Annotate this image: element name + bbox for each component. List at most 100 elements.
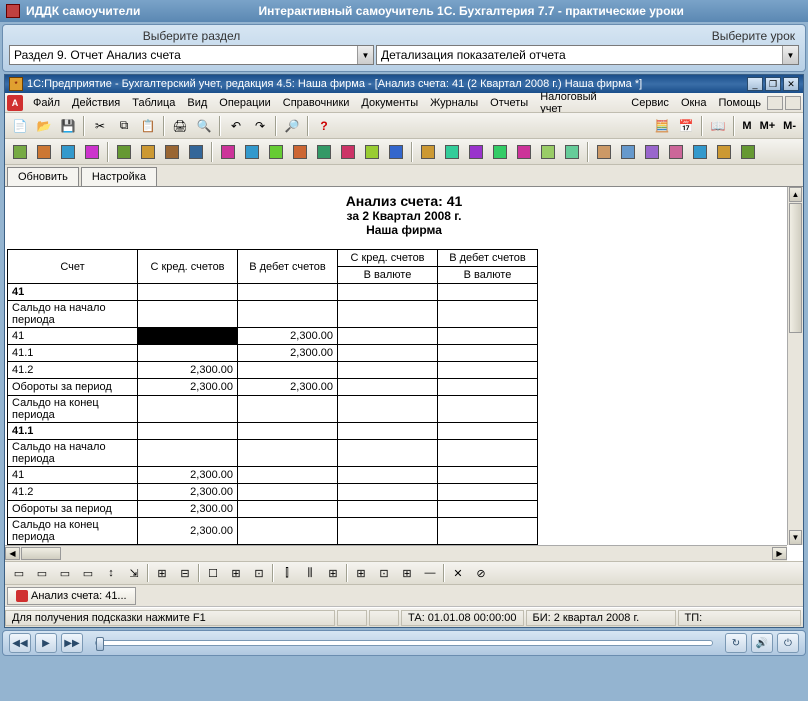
- acct-tool-27[interactable]: [689, 141, 711, 163]
- m-minus-button[interactable]: M-: [780, 120, 799, 132]
- undo-icon[interactable]: ↶: [225, 115, 247, 137]
- acct-tool-26[interactable]: [665, 141, 687, 163]
- table-row[interactable]: Сальдо на начало периода: [8, 440, 538, 467]
- redo-icon[interactable]: ↷: [249, 115, 271, 137]
- chevron-down-icon[interactable]: ▼: [782, 46, 798, 64]
- fmt-tool-24[interactable]: ⊘: [471, 563, 491, 583]
- table-row[interactable]: 41.22,300.00: [8, 484, 538, 501]
- mdi-min-button[interactable]: [767, 96, 783, 110]
- scroll-thumb[interactable]: [789, 203, 802, 333]
- sound-button[interactable]: 🔊: [751, 633, 773, 653]
- acct-tool-0[interactable]: [9, 141, 31, 163]
- tab-refresh[interactable]: Обновить: [7, 167, 79, 186]
- tab-settings[interactable]: Настройка: [81, 167, 157, 186]
- fmt-tool-2[interactable]: ▭: [55, 563, 75, 583]
- fmt-tool-8[interactable]: ⊟: [175, 563, 195, 583]
- fmt-tool-4[interactable]: ↕: [101, 563, 121, 583]
- table-row[interactable]: 412,300.00: [8, 467, 538, 484]
- minimize-button[interactable]: _: [747, 77, 763, 91]
- menu-journals[interactable]: Журналы: [424, 97, 484, 109]
- calc-icon[interactable]: 🧮: [651, 115, 673, 137]
- new-icon[interactable]: 📄: [9, 115, 31, 137]
- fmt-tool-14[interactable]: ⫿: [277, 563, 297, 583]
- repeat-button[interactable]: ↻: [725, 633, 747, 653]
- acct-tool-23[interactable]: [593, 141, 615, 163]
- table-row[interactable]: 41.1: [8, 423, 538, 440]
- book-icon[interactable]: 📖: [707, 115, 729, 137]
- acct-tool-19[interactable]: [489, 141, 511, 163]
- acct-tool-21[interactable]: [537, 141, 559, 163]
- restore-button[interactable]: ❐: [765, 77, 781, 91]
- find-icon[interactable]: 🔎: [281, 115, 303, 137]
- fmt-tool-7[interactable]: ⊞: [152, 563, 172, 583]
- paste-icon[interactable]: 📋: [137, 115, 159, 137]
- fmt-tool-1[interactable]: ▭: [32, 563, 52, 583]
- acct-tool-4[interactable]: [113, 141, 135, 163]
- acct-tool-11[interactable]: [289, 141, 311, 163]
- chevron-down-icon[interactable]: ▼: [357, 46, 373, 64]
- table-row[interactable]: 41.22,300.00: [8, 362, 538, 379]
- menu-directories[interactable]: Справочники: [277, 97, 356, 109]
- table-row[interactable]: 412,300.002,300.00: [8, 328, 538, 345]
- acct-tool-6[interactable]: [161, 141, 183, 163]
- scroll-down-icon[interactable]: ▼: [789, 530, 802, 545]
- acct-tool-13[interactable]: [337, 141, 359, 163]
- fmt-tool-21[interactable]: —: [420, 563, 440, 583]
- fmt-tool-12[interactable]: ⊡: [249, 563, 269, 583]
- acct-tool-18[interactable]: [465, 141, 487, 163]
- m-button[interactable]: M: [739, 120, 754, 132]
- acct-tool-3[interactable]: [81, 141, 103, 163]
- help-icon[interactable]: ?: [313, 115, 335, 137]
- acct-tool-5[interactable]: [137, 141, 159, 163]
- acct-tool-24[interactable]: [617, 141, 639, 163]
- acct-tool-1[interactable]: [33, 141, 55, 163]
- exit-button[interactable]: ⏻: [777, 633, 799, 653]
- fmt-tool-3[interactable]: ▭: [78, 563, 98, 583]
- table-row[interactable]: 41: [8, 284, 538, 301]
- mdi-close-button[interactable]: [785, 96, 801, 110]
- acct-tool-9[interactable]: [241, 141, 263, 163]
- fmt-tool-16[interactable]: ⊞: [323, 563, 343, 583]
- acct-tool-22[interactable]: [561, 141, 583, 163]
- menu-table[interactable]: Таблица: [126, 97, 181, 109]
- open-icon[interactable]: 📂: [33, 115, 55, 137]
- vertical-scrollbar[interactable]: ▲ ▼: [787, 187, 803, 545]
- menu-file[interactable]: Файл: [27, 97, 66, 109]
- acct-tool-7[interactable]: [185, 141, 207, 163]
- menu-operations[interactable]: Операции: [213, 97, 276, 109]
- fmt-tool-19[interactable]: ⊡: [374, 563, 394, 583]
- table-row[interactable]: Сальдо на конец периода: [8, 396, 538, 423]
- section-select[interactable]: Раздел 9. Отчет Анализ счета ▼: [9, 45, 374, 65]
- cut-icon[interactable]: ✂: [89, 115, 111, 137]
- table-row[interactable]: Обороты за период2,300.00: [8, 501, 538, 518]
- print-icon[interactable]: 🖨: [169, 115, 191, 137]
- progress-slider[interactable]: [95, 640, 713, 646]
- fmt-tool-20[interactable]: ⊞: [397, 563, 417, 583]
- table-row[interactable]: Сальдо на конец периода2,300.00: [8, 518, 538, 545]
- menu-windows[interactable]: Окна: [675, 97, 713, 109]
- acct-tool-29[interactable]: [737, 141, 759, 163]
- next-button[interactable]: ▶▶: [61, 633, 83, 653]
- lesson-select[interactable]: Детализация показателей отчета ▼: [376, 45, 799, 65]
- scroll-thumb[interactable]: [21, 547, 61, 560]
- fmt-tool-23[interactable]: ✕: [448, 563, 468, 583]
- calendar-icon[interactable]: 📅: [675, 115, 697, 137]
- acct-tool-10[interactable]: [265, 141, 287, 163]
- fmt-tool-11[interactable]: ⊞: [226, 563, 246, 583]
- menu-tax[interactable]: Налоговый учет: [534, 91, 625, 115]
- copy-icon[interactable]: ⧉: [113, 115, 135, 137]
- m-plus-button[interactable]: M+: [757, 120, 779, 132]
- acct-tool-16[interactable]: [417, 141, 439, 163]
- menu-actions[interactable]: Действия: [66, 97, 126, 109]
- fmt-tool-0[interactable]: ▭: [9, 563, 29, 583]
- play-button[interactable]: ▶: [35, 633, 57, 653]
- window-tab[interactable]: Анализ счета: 41...: [7, 587, 136, 605]
- menu-service[interactable]: Сервис: [625, 97, 675, 109]
- close-button[interactable]: ✕: [783, 77, 799, 91]
- scroll-right-icon[interactable]: ▶: [772, 547, 787, 560]
- menu-reports[interactable]: Отчеты: [484, 97, 534, 109]
- menu-documents[interactable]: Документы: [355, 97, 424, 109]
- menu-view[interactable]: Вид: [181, 97, 213, 109]
- acct-tool-2[interactable]: [57, 141, 79, 163]
- horizontal-scrollbar[interactable]: ◀ ▶: [5, 545, 787, 561]
